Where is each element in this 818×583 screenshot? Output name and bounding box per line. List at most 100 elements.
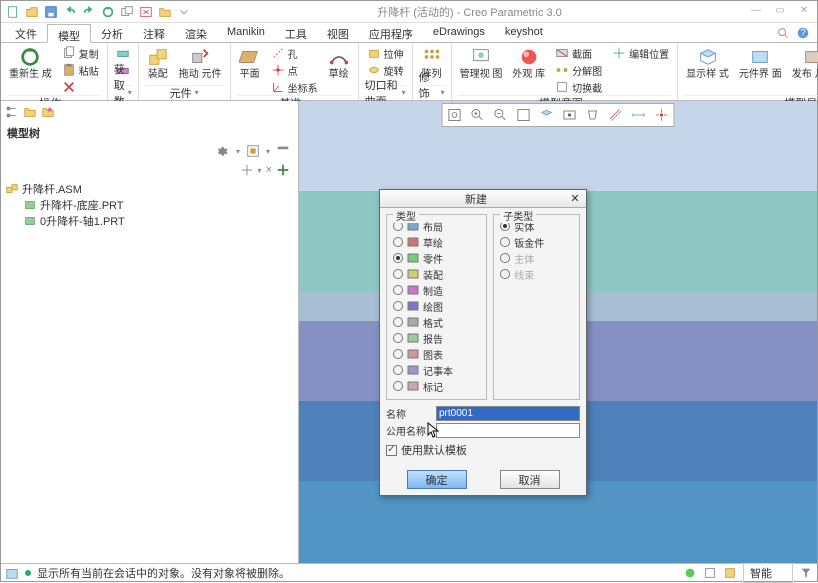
ribbon-group-datum: 平面 孔 点 坐标系 草绘 基准▾ [231, 43, 359, 100]
common-name-input[interactable] [436, 423, 580, 438]
publish-geom-button[interactable]: 发布 几何 [790, 45, 818, 81]
point-button[interactable]: 点 [269, 62, 320, 78]
manage-view-button[interactable]: 管理视 图 [458, 45, 505, 81]
type-radio[interactable]: 格式 [393, 315, 480, 329]
help-icon[interactable]: ? [795, 25, 811, 41]
display-style-button[interactable]: 显示样 式 [684, 45, 731, 81]
tab-keyshot[interactable]: keyshot [495, 23, 553, 42]
component-interface-button[interactable]: 元件界 面 [737, 45, 784, 81]
name-input[interactable] [436, 406, 580, 421]
type-radio[interactable]: 标记 [393, 379, 480, 393]
sb-icon2[interactable] [703, 566, 717, 580]
type-radio[interactable]: 记事本 [393, 363, 480, 377]
undo-icon[interactable] [62, 4, 78, 20]
settings-icon[interactable] [216, 144, 230, 158]
open-icon[interactable] [24, 4, 40, 20]
zoom-out-icon[interactable] [490, 105, 512, 125]
search-icon[interactable] [775, 25, 791, 41]
type-radio[interactable]: 制造 [393, 283, 480, 297]
tree-item[interactable]: 升降杆-底座.PRT [5, 197, 294, 213]
tab-manikin[interactable]: Manikin [217, 23, 275, 42]
expand-icon[interactable] [240, 163, 254, 177]
sketch-button[interactable]: 草绘 [326, 45, 352, 81]
minimize-button[interactable]: — [747, 5, 765, 19]
use-default-template-checkbox[interactable]: ✓ 使用默认模板 [386, 442, 580, 458]
regen-icon[interactable] [100, 4, 116, 20]
paste-button[interactable]: 粘贴 [60, 62, 101, 78]
tab-apps[interactable]: 应用程序 [359, 23, 423, 42]
plane-button[interactable]: 平面 [237, 45, 263, 81]
datum-display-icon[interactable] [605, 105, 627, 125]
save-icon[interactable] [43, 4, 59, 20]
tab-render[interactable]: 渲染 [175, 23, 217, 42]
annotation-display-icon[interactable] [628, 105, 650, 125]
tab-edrawings[interactable]: eDrawings [423, 23, 495, 42]
sb-filter-icon[interactable] [799, 566, 813, 580]
regenerate-button[interactable]: 重新生 成 [7, 45, 54, 81]
model-tree[interactable]: 升降杆.ASM 升降杆-底座.PRT 0升降杆-轴1.PRT [1, 179, 298, 563]
axis-button[interactable]: 孔 [269, 45, 320, 61]
type-radio[interactable]: 绘图 [393, 299, 480, 313]
sb-icon1[interactable] [683, 566, 697, 580]
type-radio[interactable]: 草绘 [393, 235, 480, 249]
drag-component-button[interactable]: 拖动 元件 [177, 45, 224, 81]
selection-filter-label[interactable]: 智能 [743, 563, 793, 583]
ok-button[interactable]: 确定 [407, 470, 467, 489]
status-icon[interactable] [5, 566, 19, 580]
new-icon[interactable] [5, 4, 21, 20]
subtype-radio[interactable]: 钣金件 [500, 235, 573, 249]
tab-annotate[interactable]: 注释 [133, 23, 175, 42]
subtype-radio: 线束 [500, 267, 573, 281]
tree-root[interactable]: 升降杆.ASM [5, 181, 294, 197]
tab-analysis[interactable]: 分析 [91, 23, 133, 42]
section-button[interactable]: 截面 [553, 45, 604, 61]
zoom-in-icon[interactable] [467, 105, 489, 125]
appearance-button[interactable]: 外观 库 [510, 45, 547, 81]
tab-file[interactable]: 文件 [5, 23, 47, 42]
type-radio[interactable]: 零件 [393, 251, 480, 265]
folder-icon[interactable] [157, 4, 173, 20]
explode-button[interactable]: 分解图 [553, 62, 604, 78]
qat-dropdown-icon[interactable] [176, 4, 192, 20]
type-radio[interactable]: 报告 [393, 331, 480, 345]
getdata-btn1[interactable] [114, 45, 132, 61]
window-controls: — ▭ ✕ [747, 5, 813, 19]
close-win-icon[interactable] [138, 4, 154, 20]
windows-icon[interactable] [119, 4, 135, 20]
tab-model[interactable]: 模型 [47, 24, 91, 43]
filter-icon[interactable] [276, 144, 290, 158]
switch-section-button[interactable]: 切换截 [553, 79, 604, 95]
display-style-icon[interactable] [536, 105, 558, 125]
refit-icon[interactable] [444, 105, 466, 125]
repaint-icon[interactable] [513, 105, 535, 125]
add-icon[interactable] [276, 163, 290, 177]
saved-view-icon[interactable] [559, 105, 581, 125]
tree-toolbar [1, 101, 298, 123]
sb-icon3[interactable] [723, 566, 737, 580]
tab-view[interactable]: 视图 [317, 23, 359, 42]
copy-button[interactable]: 复制 [60, 45, 101, 61]
type-radio[interactable]: 图表 [393, 347, 480, 361]
assemble-button[interactable]: 装配 [145, 45, 171, 81]
ribbon-group-modeldisplay: 显示样 式 元件界 面 发布 几何 族表 [] 参数 切换符号 d=关系 模型显… [678, 43, 818, 100]
tree-tab-icon[interactable] [5, 105, 19, 119]
type-radio[interactable]: 装配 [393, 267, 480, 281]
tree-item-label: 0升降杆-轴1.PRT [40, 213, 125, 229]
favorites-tab-icon[interactable] [41, 105, 55, 119]
delete-button[interactable] [60, 79, 101, 95]
dialog-titlebar[interactable]: 新建 ✕ [380, 190, 586, 208]
tree-item[interactable]: 0升降杆-轴1.PRT [5, 213, 294, 229]
show-icon[interactable] [246, 144, 260, 158]
tab-tools[interactable]: 工具 [275, 23, 317, 42]
folder-tab-icon[interactable] [23, 105, 37, 119]
edit-position-button[interactable]: 编辑位置 [610, 45, 671, 61]
redo-icon[interactable] [81, 4, 97, 20]
dialog-close-button[interactable]: ✕ [568, 192, 582, 206]
close-button[interactable]: ✕ [795, 5, 813, 19]
extrude-button[interactable]: 拉伸 [365, 45, 406, 61]
csys-button[interactable]: 坐标系 [269, 79, 320, 95]
spin-center-icon[interactable] [651, 105, 673, 125]
maximize-button[interactable]: ▭ [771, 5, 789, 19]
perspective-icon[interactable] [582, 105, 604, 125]
cancel-button[interactable]: 取消 [500, 470, 560, 489]
